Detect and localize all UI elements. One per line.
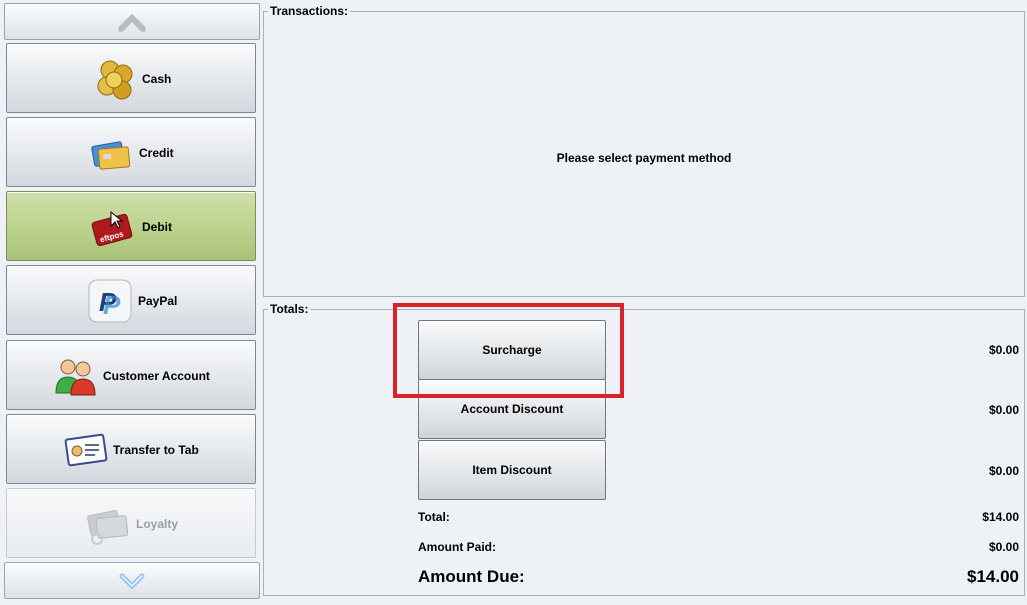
transactions-panel: Transactions: Please select payment meth… [263, 4, 1025, 297]
surcharge-amount: $0.00 [988, 343, 1019, 357]
account-discount-label: Account Discount [460, 402, 564, 416]
svg-text:P: P [103, 290, 121, 320]
paypal-icon: P P [88, 279, 132, 323]
debit-label: Debit [142, 220, 172, 234]
item-discount-label: Item Discount [472, 463, 552, 477]
amount-due-label: Amount Due: [418, 567, 525, 586]
cash-button[interactable]: Cash [6, 43, 256, 113]
credit-button[interactable]: Credit [6, 117, 256, 187]
surcharge-label: Surcharge [482, 343, 542, 357]
credit-label: Credit [139, 146, 174, 160]
paypal-button[interactable]: P P PayPal [6, 265, 256, 335]
amount-due-amount: $14.00 [967, 567, 1019, 586]
customer-account-label: Customer Account [103, 369, 210, 383]
chevron-down-icon [119, 573, 145, 590]
transfer-to-tab-label: Transfer to Tab [113, 443, 199, 457]
total-amount: $14.00 [982, 510, 1019, 524]
transactions-title: Transactions: [268, 4, 351, 18]
account-discount-amount: $0.00 [988, 403, 1019, 417]
totals-panel: Totals: Surcharge $0.00 Account Discount… [263, 302, 1025, 596]
scroll-up-button[interactable] [4, 3, 260, 40]
users-icon [55, 359, 96, 396]
chevron-up-icon [118, 13, 146, 32]
scroll-down-button[interactable] [4, 562, 260, 599]
amount-paid-label: Amount Paid: [418, 540, 496, 554]
item-discount-amount: $0.00 [988, 464, 1019, 478]
eftpos-card-icon: eftpos [91, 210, 133, 247]
tab-card-icon [64, 433, 108, 467]
debit-button[interactable]: eftpos Debit [6, 191, 256, 261]
account-discount-button[interactable]: Account Discount [418, 379, 606, 439]
amount-paid-amount: $0.00 [988, 540, 1019, 554]
credit-card-icon [91, 141, 131, 170]
cash-label: Cash [142, 72, 172, 86]
item-discount-button[interactable]: Item Discount [418, 440, 606, 500]
coins-icon [97, 60, 133, 100]
transfer-to-tab-button[interactable]: Transfer to Tab [6, 414, 256, 484]
customer-account-button[interactable]: Customer Account [6, 340, 256, 410]
loyalty-label: Loyalty [136, 517, 179, 531]
loyalty-card-icon [87, 509, 129, 545]
total-label: Total: [418, 510, 450, 524]
totals-title: Totals: [268, 302, 311, 316]
paypal-label: PayPal [138, 294, 178, 308]
surcharge-button[interactable]: Surcharge [418, 320, 606, 380]
transactions-message: Please select payment method [556, 151, 732, 165]
loyalty-button[interactable]: Loyalty [6, 488, 256, 558]
